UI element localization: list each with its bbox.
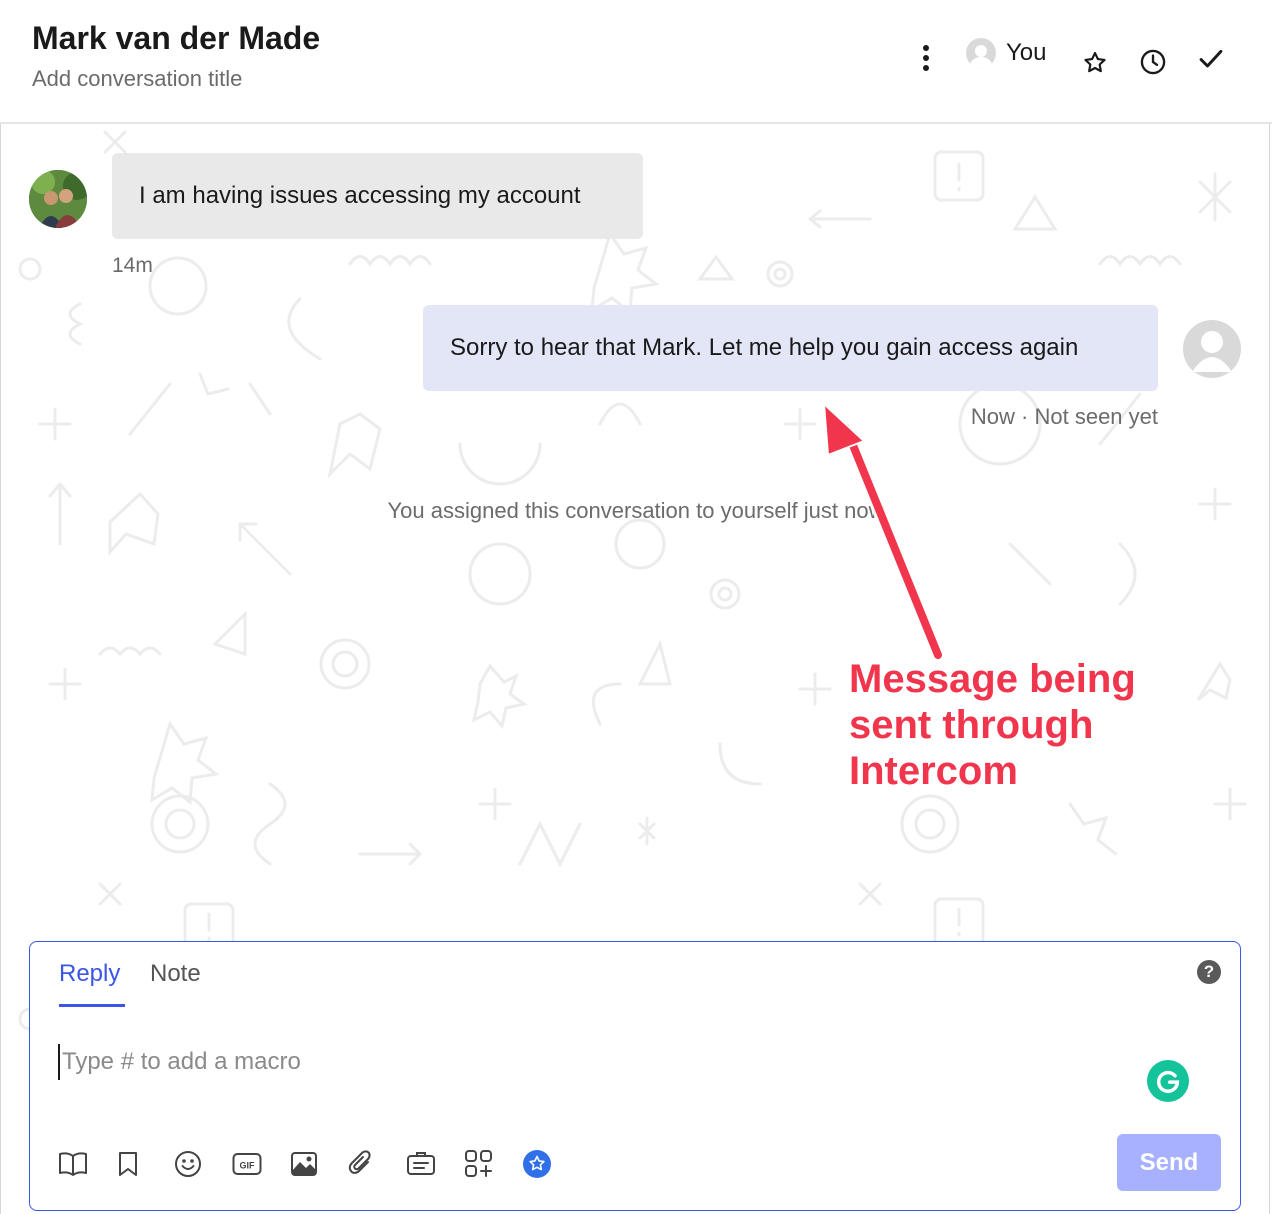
assignee-avatar [966, 38, 996, 68]
grammarly-button[interactable] [1147, 1060, 1189, 1102]
image-icon [291, 1152, 317, 1176]
annotation-callout: Message being sent through Intercom [849, 656, 1136, 794]
saved-replies-button[interactable] [116, 1147, 174, 1181]
more-options-button[interactable] [912, 40, 940, 76]
clock-icon [1140, 49, 1166, 75]
customer-photo [29, 170, 87, 228]
ai-star-icon [523, 1150, 551, 1178]
send-button[interactable]: Send [1117, 1134, 1221, 1191]
assignee-dropdown[interactable]: You [966, 38, 1047, 68]
snooze-button[interactable] [1138, 47, 1168, 77]
tab-reply[interactable]: Reply [59, 960, 120, 988]
svg-text:GIF: GIF [240, 1161, 256, 1171]
star-icon [1084, 51, 1106, 73]
apps-button[interactable] [464, 1147, 522, 1181]
more-vertical-icon [923, 45, 929, 71]
article-icon [407, 1152, 435, 1175]
outgoing-message-text: Sorry to hear that Mark. Let me help you… [450, 334, 1079, 361]
emoji-icon [175, 1151, 201, 1177]
conversation-header: Mark van der Made Add conversation title… [0, 0, 1272, 124]
attachment-icon [348, 1150, 371, 1174]
tab-note[interactable]: Note [150, 960, 201, 988]
active-tab-indicator [59, 1004, 125, 1007]
annotation-line: Intercom [849, 749, 1018, 793]
incoming-message-bubble[interactable]: I am having issues accessing my account [112, 153, 643, 239]
customer-avatar[interactable] [29, 170, 87, 228]
outgoing-message-status: Now · Not seen yet [970, 404, 1158, 429]
star-button[interactable] [1080, 48, 1110, 78]
incoming-message-time: 14m [112, 254, 153, 277]
emoji-button[interactable] [174, 1147, 232, 1181]
insert-article-button[interactable] [406, 1147, 464, 1181]
conversation-title-field[interactable]: Add conversation title [32, 66, 242, 92]
agent-avatar[interactable] [1183, 320, 1241, 378]
reply-composer: Reply Note ? GI [29, 941, 1241, 1211]
assignee-label: You [1006, 39, 1047, 66]
gif-button[interactable]: GIF [232, 1147, 290, 1181]
ai-assist-button[interactable] [522, 1147, 580, 1181]
outgoing-message-bubble[interactable]: Sorry to hear that Mark. Let me help you… [423, 305, 1158, 391]
help-icon[interactable]: ? [1197, 960, 1221, 984]
system-event-note: You assigned this conversation to yourse… [387, 498, 885, 523]
reply-input[interactable] [58, 1044, 1114, 1080]
close-conversation-button[interactable] [1195, 43, 1227, 75]
gif-icon: GIF [232, 1153, 262, 1175]
contact-name[interactable]: Mark van der Made [32, 20, 320, 57]
knowledge-button[interactable] [58, 1147, 116, 1181]
bookmark-icon [119, 1152, 137, 1176]
insert-image-button[interactable] [290, 1147, 348, 1181]
annotation-line: Message being [849, 657, 1136, 701]
attach-file-button[interactable] [348, 1147, 406, 1181]
composer-toolbar: GIF [58, 1147, 580, 1181]
book-icon [59, 1152, 87, 1176]
incoming-message-text: I am having issues accessing my account [139, 182, 581, 209]
default-avatar-icon [1183, 320, 1241, 378]
checkmark-icon [1199, 49, 1223, 68]
apps-icon [465, 1150, 492, 1177]
annotation-line: sent through [849, 703, 1094, 747]
grammarly-icon [1156, 1070, 1180, 1093]
